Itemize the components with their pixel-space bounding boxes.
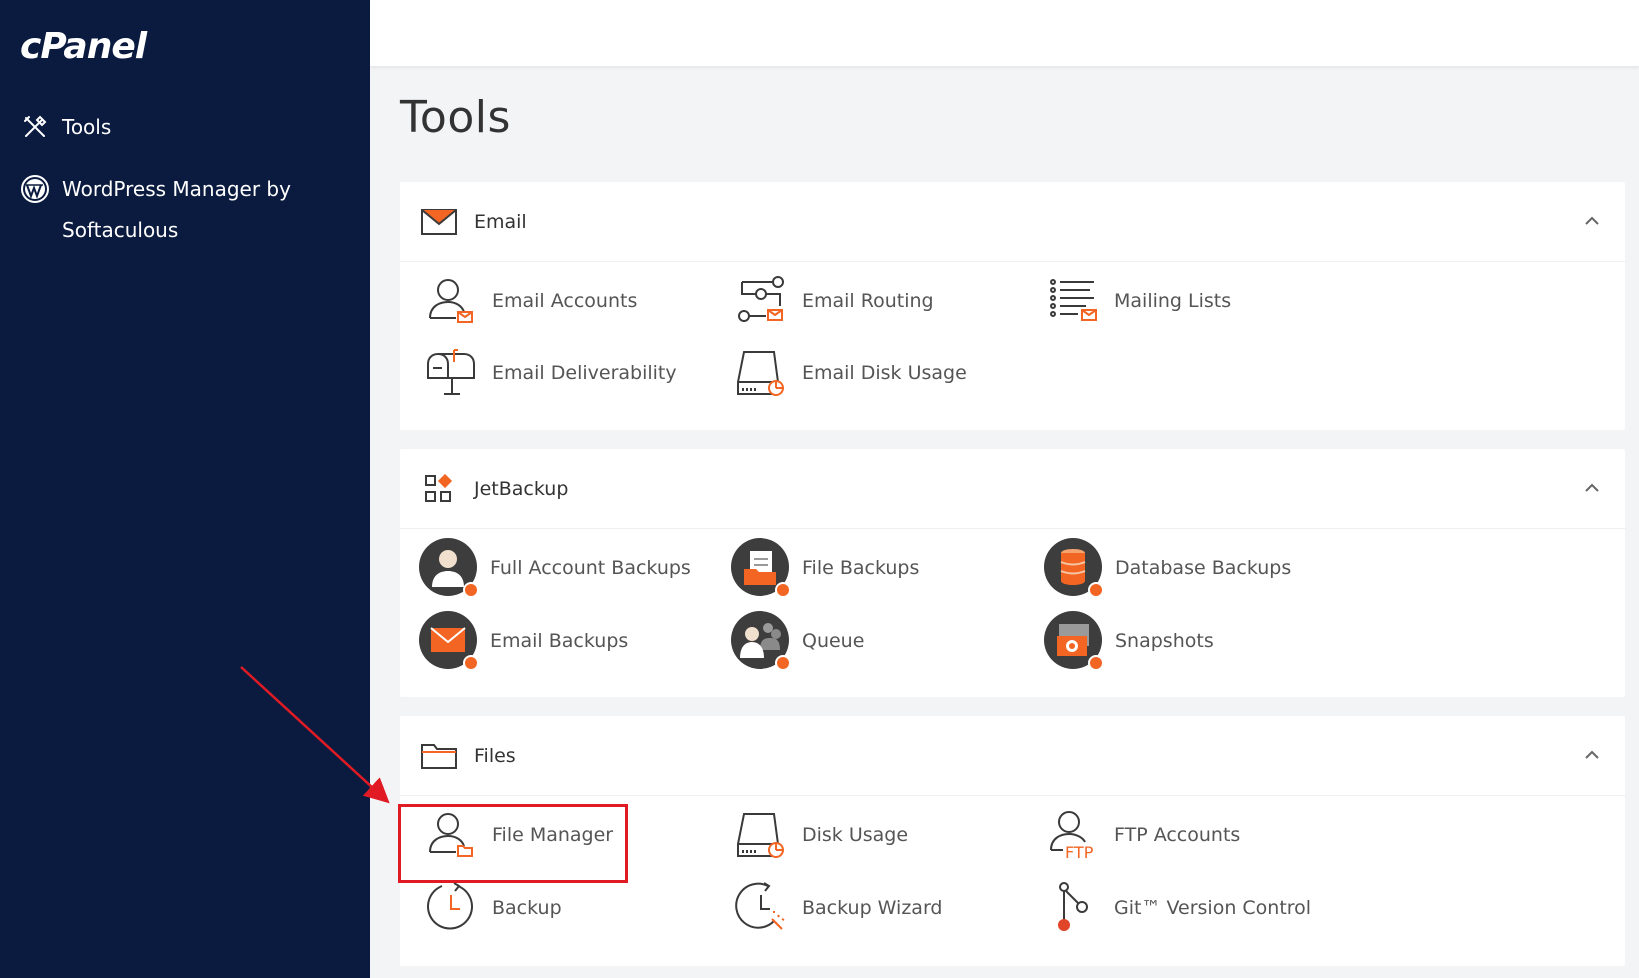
tool-database-backups[interactable]: Database Backups (1043, 536, 1291, 600)
page-title: Tools (400, 92, 511, 143)
chevron-up-icon[interactable] (1581, 210, 1603, 232)
tool-ftp-accounts[interactable]: FTP FTP Accounts (1042, 803, 1240, 867)
top-header-bar (370, 0, 1639, 66)
tool-email-backups[interactable]: Email Backups (418, 609, 628, 673)
jetbackup-panel-header[interactable]: JetBackup (400, 449, 1625, 529)
mailing-lists-icon (1042, 270, 1104, 332)
backup-clock-icon (420, 877, 482, 939)
full-account-backups-icon (418, 537, 480, 599)
snapshots-icon (1043, 610, 1105, 672)
chevron-up-icon[interactable] (1581, 744, 1603, 766)
wordpress-icon (20, 174, 50, 204)
email-backups-icon (418, 610, 480, 672)
file-manager-highlight-box (398, 804, 628, 883)
svg-text:FTP: FTP (1065, 843, 1094, 862)
sidebar-item-label: WordPress Manager by Softaculous (62, 177, 291, 242)
tools-icon (20, 112, 50, 142)
folder-icon (420, 737, 458, 775)
tool-git-version-control[interactable]: Git™ Version Control (1042, 876, 1311, 940)
tool-snapshots[interactable]: Snapshots (1043, 609, 1214, 673)
git-icon (1042, 877, 1104, 939)
queue-icon (730, 610, 792, 672)
disk-usage-icon (730, 342, 792, 404)
sidebar-item-tools[interactable]: Tools (20, 112, 111, 142)
envelope-icon (420, 203, 458, 241)
sidebar: cPanel Tools WordPress Manager by Softac… (0, 0, 370, 978)
tool-disk-usage[interactable]: Disk Usage (730, 803, 908, 867)
chevron-up-icon[interactable] (1581, 477, 1603, 499)
ftp-accounts-icon: FTP (1042, 804, 1104, 866)
backup-wizard-icon (730, 877, 792, 939)
email-accounts-icon (420, 270, 482, 332)
email-routing-icon (730, 270, 792, 332)
tool-file-backups[interactable]: File Backups (730, 536, 919, 600)
mailbox-icon (420, 342, 482, 404)
file-backups-icon (730, 537, 792, 599)
tool-full-account-backups[interactable]: Full Account Backups (418, 536, 691, 600)
tool-backup[interactable]: Backup (420, 876, 562, 940)
tool-backup-wizard[interactable]: Backup Wizard (730, 876, 943, 940)
tool-email-accounts[interactable]: Email Accounts (420, 269, 637, 333)
jetbackup-panel: JetBackup Full Account Backups File Back… (400, 449, 1625, 697)
sidebar-item-wordpress-manager[interactable]: WordPress Manager by Softaculous (20, 169, 320, 251)
tool-email-disk-usage[interactable]: Email Disk Usage (730, 341, 967, 405)
email-panel: Email Email Accounts Email Routing Maili… (400, 182, 1625, 430)
jetbackup-icon (420, 470, 458, 508)
tool-queue[interactable]: Queue (730, 609, 864, 673)
cpanel-logo[interactable]: cPanel (20, 26, 147, 67)
tool-mailing-lists[interactable]: Mailing Lists (1042, 269, 1231, 333)
panel-title: Email (474, 210, 527, 233)
database-backups-icon (1043, 537, 1105, 599)
panel-title: Files (474, 744, 516, 767)
sidebar-item-label: Tools (62, 115, 112, 139)
tool-email-routing[interactable]: Email Routing (730, 269, 934, 333)
disk-usage-icon (730, 804, 792, 866)
panel-title: JetBackup (474, 477, 569, 500)
files-panel-header[interactable]: Files (400, 716, 1625, 796)
tool-email-deliverability[interactable]: Email Deliverability (420, 341, 677, 405)
email-panel-header[interactable]: Email (400, 182, 1625, 262)
